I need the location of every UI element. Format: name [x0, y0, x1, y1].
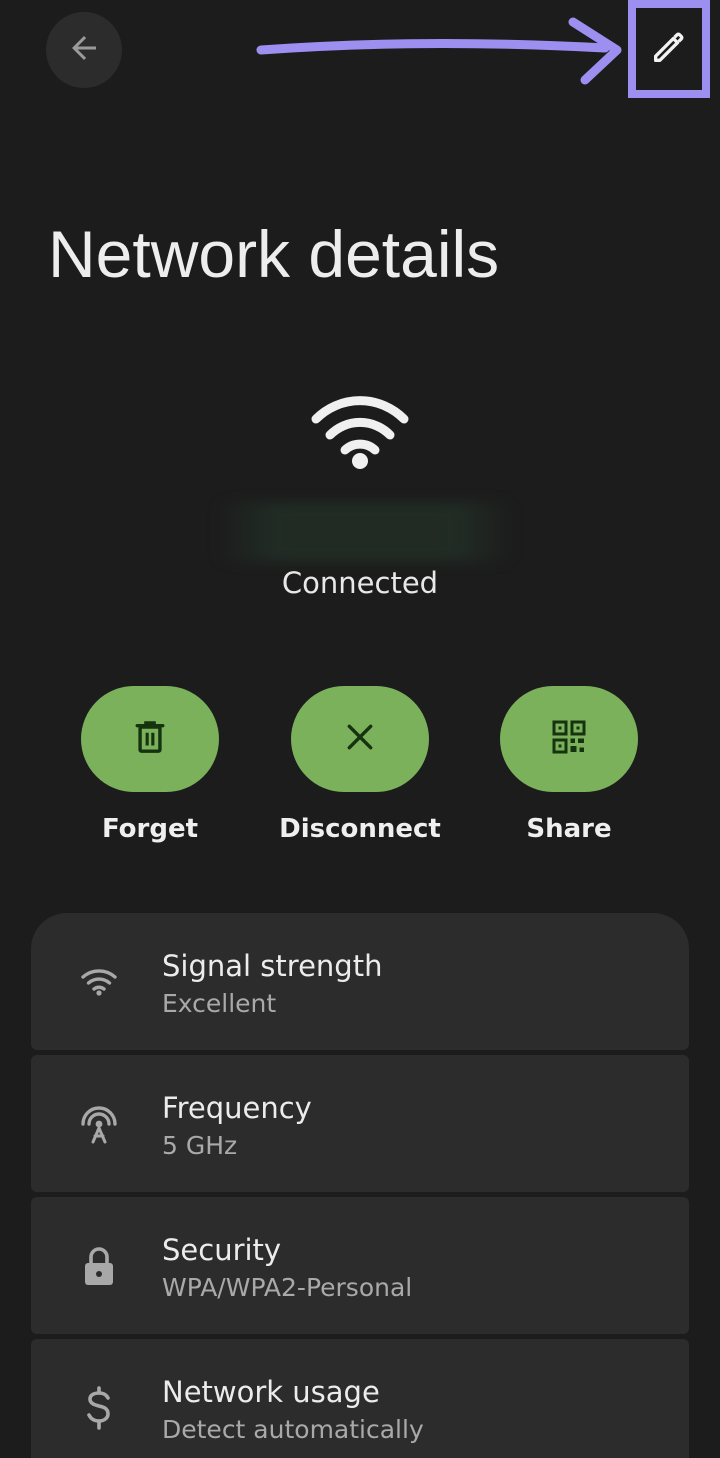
- page-title: Network details: [48, 217, 500, 291]
- security-row[interactable]: Security WPA/WPA2-Personal: [31, 1197, 689, 1334]
- network-details-screen: Network details Connected Forget Disconn…: [0, 0, 720, 1458]
- row-value: Excellent: [162, 989, 277, 1018]
- disconnect-action[interactable]: Disconnect: [270, 686, 450, 844]
- row-value: WPA/WPA2-Personal: [162, 1273, 413, 1302]
- antenna-icon: [77, 1099, 121, 1149]
- row-value: Detect automatically: [162, 1415, 424, 1444]
- forget-label: Forget: [101, 814, 199, 844]
- lock-icon: [77, 1241, 121, 1291]
- frequency-row[interactable]: Frequency 5 GHz: [31, 1055, 689, 1192]
- back-button[interactable]: [46, 12, 122, 88]
- row-title: Signal strength: [162, 949, 383, 983]
- share-button[interactable]: [500, 686, 638, 792]
- trash-icon: [133, 718, 167, 760]
- annotation-arrow: [255, 14, 635, 98]
- wifi-icon: [310, 393, 410, 473]
- row-title: Frequency: [162, 1091, 312, 1125]
- wifi-icon: [77, 957, 121, 1007]
- forget-action[interactable]: Forget: [60, 686, 240, 844]
- dollar-icon: [77, 1383, 121, 1433]
- pencil-icon: [649, 27, 689, 71]
- share-label: Share: [526, 814, 612, 844]
- row-value: 5 GHz: [162, 1131, 238, 1160]
- close-icon: [344, 721, 376, 757]
- disconnect-button[interactable]: [291, 686, 429, 792]
- row-title: Security: [162, 1233, 282, 1267]
- signal-strength-row[interactable]: Signal strength Excellent: [31, 913, 689, 1050]
- row-title: Network usage: [162, 1375, 380, 1409]
- forget-button[interactable]: [81, 686, 219, 792]
- share-action[interactable]: Share: [479, 686, 659, 844]
- network-name-redacted: [215, 502, 515, 562]
- qr-code-icon: [551, 719, 587, 759]
- network-usage-row[interactable]: Network usage Detect automatically: [31, 1339, 689, 1458]
- connection-status: Connected: [281, 566, 439, 600]
- edit-button[interactable]: [628, 0, 710, 98]
- network-details-list: Signal strength Excellent Frequency 5 GH…: [31, 913, 689, 1458]
- disconnect-label: Disconnect: [279, 814, 441, 844]
- arrow-left-icon: [66, 30, 102, 70]
